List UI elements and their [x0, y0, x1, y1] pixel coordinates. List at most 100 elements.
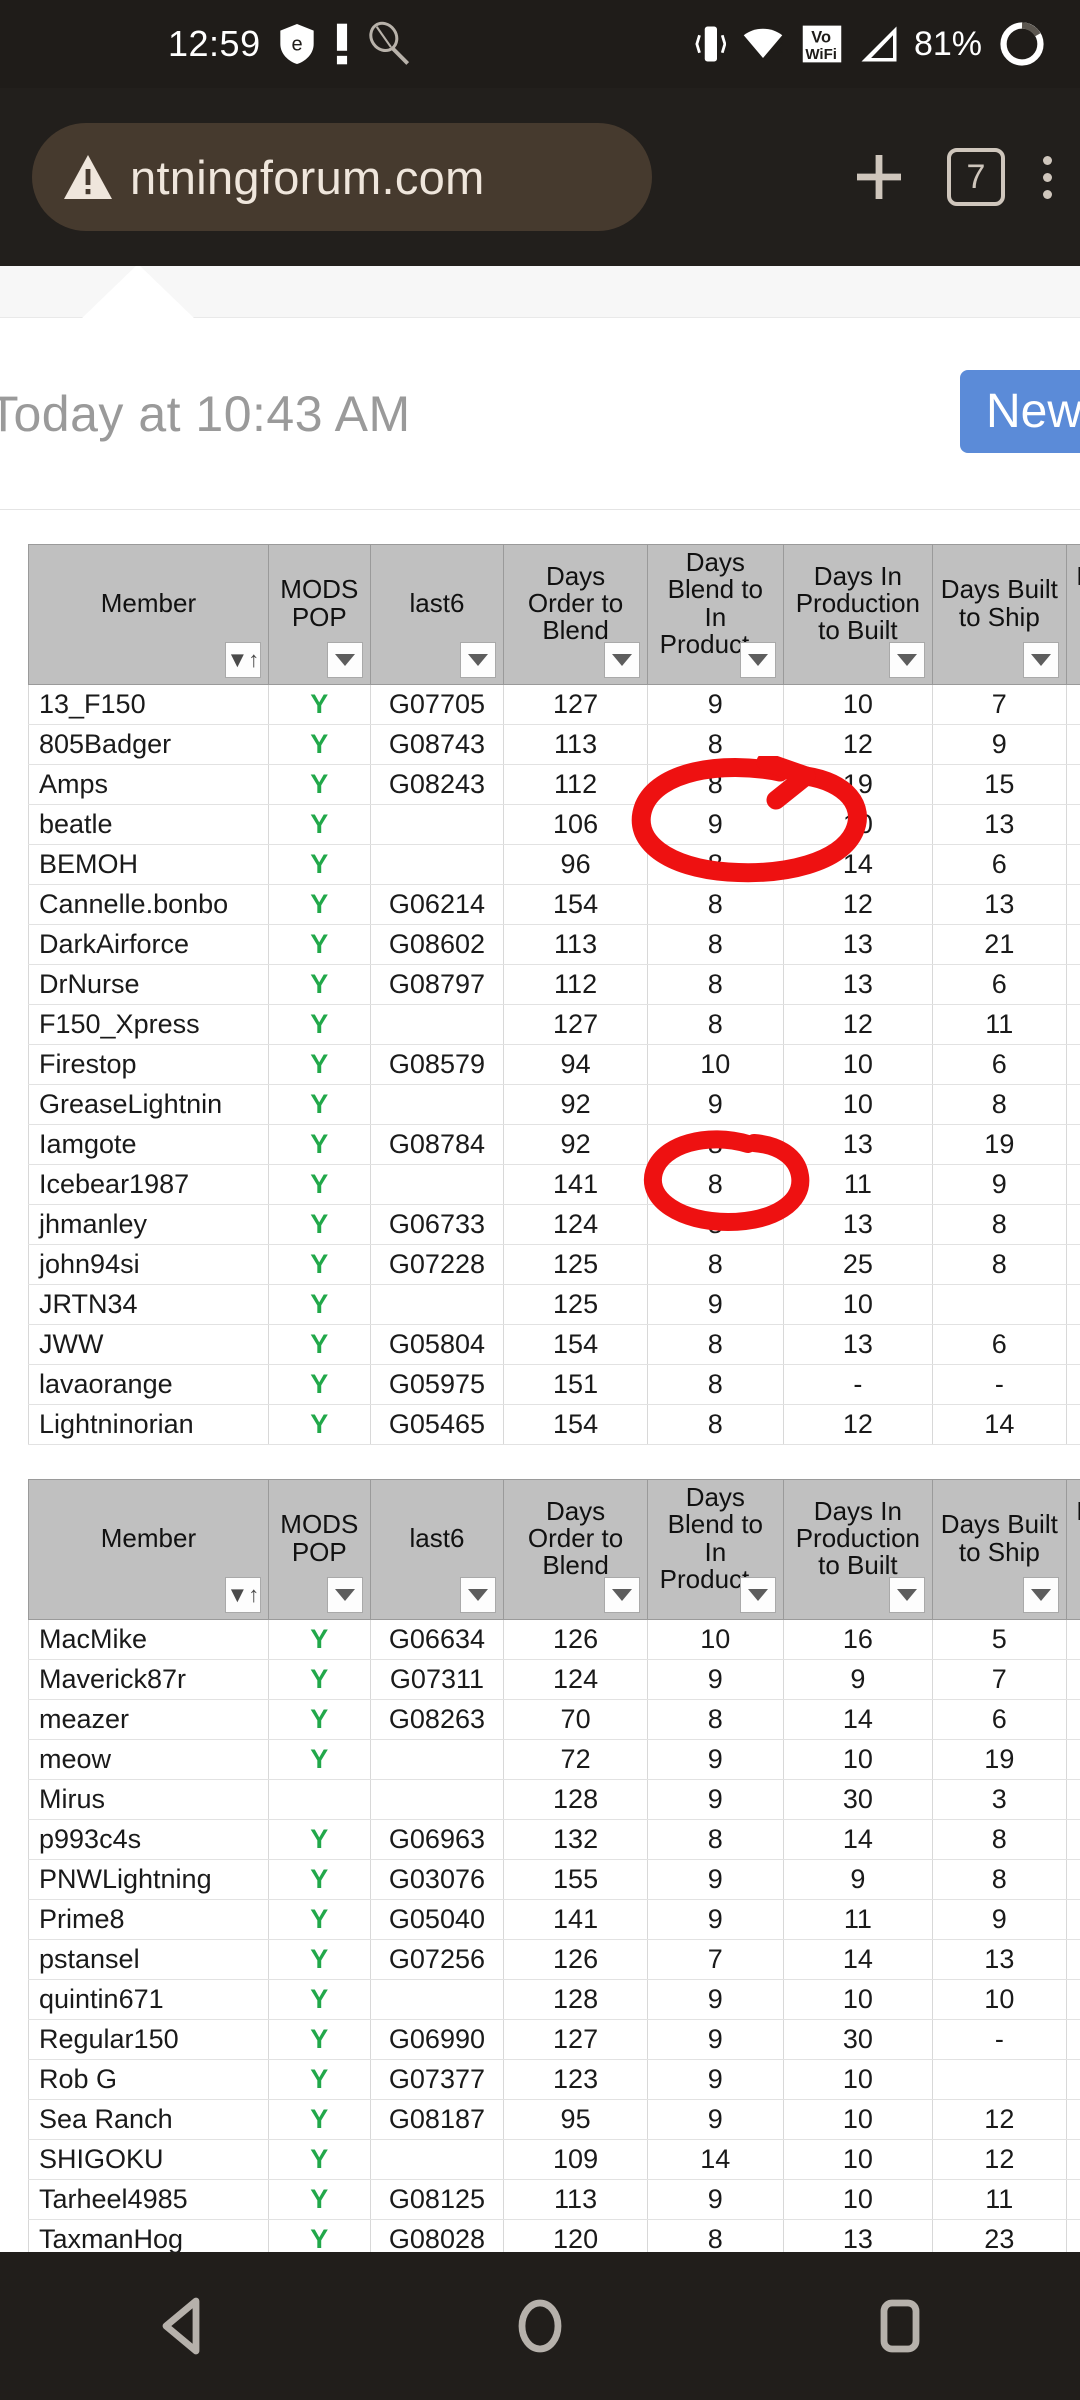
cell-member: F150_Xpress	[28, 1004, 269, 1046]
cell-built-ship: 12	[932, 2139, 1067, 2181]
phone-screen: 12:59 e Vo WiFi 81% ntningforum.com 7 To…	[0, 0, 1080, 2400]
cell-last6: G07311	[369, 1659, 505, 1701]
cell-built-ship: 8	[932, 1244, 1067, 1286]
cell-last6: G06214	[369, 884, 505, 926]
cell-mods: Y	[267, 1164, 371, 1206]
cell-order-blend: 125	[503, 1244, 648, 1286]
table-row: TaxmanHogYG08028120813231155	[28, 2219, 1080, 2252]
cell-blend-prod: 9	[646, 1739, 784, 1781]
filter-button-4[interactable]	[739, 1577, 776, 1614]
cell-prod-built: 14	[782, 1819, 934, 1861]
cell-blend-prod: 9	[646, 2099, 784, 2141]
filter-button-4[interactable]	[739, 642, 776, 679]
nav-back-button[interactable]	[80, 2252, 280, 2400]
cell-mods: Y	[267, 764, 371, 806]
filter-button-1[interactable]	[326, 642, 363, 679]
table-row: pstanselYG07256126714131549	[28, 1939, 1080, 1981]
column-header-days-order-to-blend: Days Order to Blend	[503, 544, 648, 686]
cell-order-blend: 95	[503, 2099, 648, 2141]
svg-text:Vo: Vo	[811, 28, 831, 46]
cell-last6: G05040	[369, 1899, 505, 1941]
cell-last6	[369, 1779, 505, 1821]
table-header-row: Member ▼↑ MODS POP last6 Days Order to Blend Day…	[28, 544, 1080, 686]
cell-ship-deliv: 26	[1065, 964, 1080, 1006]
nav-recents-button[interactable]	[800, 2252, 1000, 2400]
column-header-days-built-to-ship: Days Built to Ship	[932, 1479, 1067, 1621]
filter-button-1[interactable]	[326, 1577, 363, 1614]
cell-ship-deliv: 26	[1065, 1004, 1080, 1046]
cell-prod-built: 19	[782, 764, 934, 806]
sort-button-member[interactable]: ▼↑	[224, 642, 261, 679]
tab-switcher-button[interactable]: 7	[947, 148, 1005, 206]
warning-triangle-icon[interactable]	[62, 153, 114, 201]
spreadsheet-table-1-wrap[interactable]: Member ▼↑ MODS POP last6 Days Order to Blend Day…	[28, 544, 1080, 1446]
filter-button-2[interactable]	[460, 1577, 497, 1614]
column-header-days-ship-to-delivery: Days ShiptoDelivery	[1065, 544, 1080, 686]
new-badge[interactable]: New	[959, 370, 1080, 453]
column-header-days-blend-to-in-product: Days Blend to In Product...	[646, 544, 784, 686]
new-tab-button[interactable]	[849, 147, 909, 207]
table-row: IamgoteYG087849281319--	[28, 1124, 1080, 1166]
filter-button-6[interactable]	[1022, 1577, 1059, 1614]
cell-prod-built: 9	[782, 1659, 934, 1701]
cell-mods: Y	[267, 2019, 371, 2061]
cell-built-ship: 14	[932, 1404, 1067, 1446]
kebab-menu-icon[interactable]	[1043, 155, 1052, 199]
cell-member: Firestop	[28, 1044, 269, 1086]
cell-blend-prod: 9	[646, 1899, 784, 1941]
webpage-viewport[interactable]: Today at 10:43 AM New Member ▼↑ MODS POP las…	[0, 266, 1080, 2252]
cell-prod-built: 14	[782, 1699, 934, 1741]
filter-button-3[interactable]	[603, 1577, 640, 1614]
spreadsheet-table-1: Member ▼↑ MODS POP last6 Days Order to Blend Day…	[28, 544, 1080, 1446]
filter-button-6[interactable]	[1022, 642, 1059, 679]
cell-blend-prod: 9	[646, 1779, 784, 1821]
cell-member: Icebear1987	[28, 1164, 269, 1206]
cell-order-blend: 127	[503, 2019, 648, 2061]
table-row: DarkAirforceYG08602113813211153	[28, 924, 1080, 966]
table-row: JWWYG058041548136532	[28, 1324, 1080, 1366]
cell-mods: Y	[267, 1364, 371, 1406]
cell-ship-deliv: 10	[1065, 1739, 1080, 1781]
cell-member: Rob G	[28, 2059, 269, 2101]
url-bar[interactable]: ntningforum.com	[32, 123, 652, 231]
sort-button-member[interactable]: ▼↑	[224, 1577, 261, 1614]
cell-built-ship: 9	[932, 724, 1067, 766]
filter-button-2[interactable]	[460, 642, 497, 679]
table-row: DrNurseYG0879711281362653	[28, 964, 1080, 1006]
filter-button-5[interactable]	[889, 1577, 926, 1614]
wifi-icon	[740, 23, 786, 65]
cell-mods: Y	[267, 924, 371, 966]
table-2-head: Member ▼↑ MODS POP last6 Days Order to Blend Day…	[28, 1479, 1080, 1621]
cell-ship-deliv: -	[1065, 2139, 1080, 2181]
column-header-mods-pop: MODS POP	[267, 544, 371, 686]
table-row: meowY72910191048	[28, 1739, 1080, 1781]
cell-prod-built: 10	[782, 804, 934, 846]
nav-home-button[interactable]	[440, 2252, 640, 2400]
cell-order-blend: 113	[503, 724, 648, 766]
cell-last6: G07705	[369, 684, 505, 726]
cell-ship-deliv: 19	[1065, 2179, 1080, 2221]
cell-mods: Y	[267, 1324, 371, 1366]
cell-member: meow	[28, 1739, 269, 1781]
filter-button-3[interactable]	[603, 642, 640, 679]
table-2-body: MacMikeYG0663412610165940Maverick87rYG07…	[28, 1619, 1080, 2252]
cell-built-ship: 7	[932, 1659, 1067, 1701]
cell-ship-deliv: -	[1065, 1244, 1080, 1286]
cell-blend-prod: 9	[646, 1284, 784, 1326]
cell-order-blend: 132	[503, 1819, 648, 1861]
cell-mods: Y	[267, 1404, 371, 1446]
cell-blend-prod: 9	[646, 804, 784, 846]
cell-built-ship: 7	[932, 684, 1067, 726]
column-header-mods-pop: MODS POP	[267, 1479, 371, 1621]
spreadsheet-table-2-wrap[interactable]: Member ▼↑ MODS POP last6 Days Order to Blend Day…	[28, 1479, 1080, 2252]
status-clock: 12:59	[168, 23, 261, 64]
table-row: Maverick87rYG073111249971641	[28, 1659, 1080, 1701]
cell-last6: G06963	[369, 1819, 505, 1861]
cell-last6	[369, 844, 505, 886]
cell-member: DrNurse	[28, 964, 269, 1006]
column-header-last6: last6	[369, 544, 505, 686]
cell-blend-prod: 8	[646, 1164, 784, 1206]
cell-order-blend: 120	[503, 2219, 648, 2252]
cell-ship-deliv: 11	[1065, 2219, 1080, 2252]
filter-button-5[interactable]	[889, 642, 926, 679]
